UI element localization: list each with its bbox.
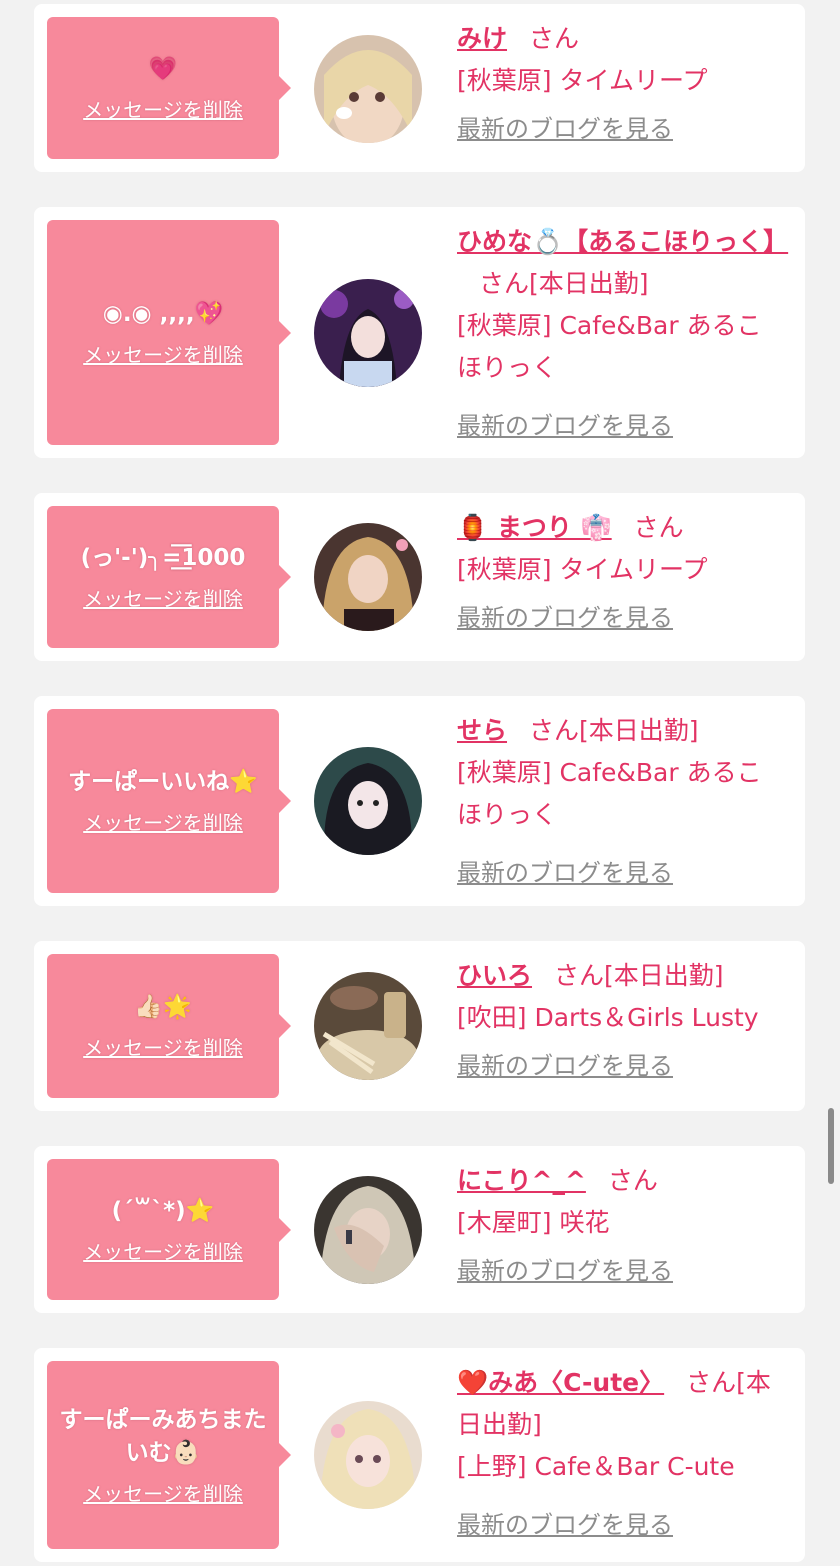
scrollbar[interactable] — [828, 1108, 834, 1184]
latest-blog-link[interactable]: 最新のブログを見る — [457, 852, 673, 894]
message-bubble: すーぱーいいね⭐️ メッセージを削除 — [47, 709, 291, 893]
honorific: さん — [529, 24, 580, 53]
shop-name: [秋葉原] タイムリープ — [457, 555, 708, 584]
message-text: すーぱーいいね⭐️ — [68, 769, 258, 795]
delete-message-link[interactable]: メッセージを削除 — [83, 807, 243, 836]
cast-name-link[interactable]: ひめな💍【あるこほりっく】 — [457, 227, 788, 256]
cast-name-link[interactable]: みけ — [457, 24, 507, 53]
work-status: [本日出勤] — [579, 716, 699, 745]
latest-blog-link[interactable]: 最新のブログを見る — [457, 597, 673, 639]
delete-message-link[interactable]: メッセージを削除 — [83, 1478, 243, 1507]
latest-blog-link[interactable]: 最新のブログを見る — [457, 1045, 673, 1087]
cast-info: みけ さん [秋葉原] タイムリープ 最新のブログを見る — [457, 18, 781, 150]
message-card: (っ'-')╮=͟͟͞͞1000 メッセージを削除 🏮 まつり 👘 さん [秋葉原… — [34, 493, 805, 661]
avatar[interactable] — [314, 523, 422, 631]
honorific: さん — [479, 269, 530, 298]
cast-name-link[interactable]: せら — [457, 716, 507, 745]
avatar[interactable] — [314, 279, 422, 387]
message-text: すーぱーみあちまたいむ👶🏻 — [59, 1406, 267, 1466]
message-bubble: すーぱーみあちまたいむ👶🏻 メッセージを削除 — [47, 1361, 291, 1549]
message-text: 💗 — [148, 56, 178, 82]
shop-name: [吹田] Darts＆Girls Lusty — [457, 1003, 759, 1032]
cast-name-link[interactable]: にこり^_^ — [457, 1166, 586, 1195]
message-text: (っ'-')╮=͟͟͞͞1000 — [80, 545, 246, 571]
delete-message-link[interactable]: メッセージを削除 — [83, 339, 243, 368]
honorific: さん — [686, 1368, 737, 1397]
work-status: [本日出勤] — [604, 961, 724, 990]
avatar[interactable] — [314, 1176, 422, 1284]
message-card: 👍🏻🌟 メッセージを削除 ひいろ さん[本日出勤] [吹田] Darts＆Girl… — [34, 941, 805, 1111]
message-bubble: (ˊ꒳ˋ*)⭐️ メッセージを削除 — [47, 1159, 291, 1300]
honorific: さん — [633, 513, 684, 542]
avatar[interactable] — [314, 35, 422, 143]
latest-blog-link[interactable]: 最新のブログを見る — [457, 405, 673, 447]
message-text: 👍🏻🌟 — [134, 994, 192, 1020]
message-text: ◉.◉ ,,,,💖 — [102, 300, 224, 327]
shop-name: [木屋町] 咲花 — [457, 1208, 610, 1237]
delete-message-link[interactable]: メッセージを削除 — [83, 94, 243, 123]
cast-info: ❤️みあ〈C-ute〉 さん[本日出勤] [上野] Cafe＆Bar C-ute … — [457, 1362, 781, 1546]
cast-info: ひめな💍【あるこほりっく】さん[本日出勤] [秋葉原] Cafe&Bar あるこ… — [457, 221, 788, 447]
message-text: (ˊ꒳ˋ*)⭐️ — [111, 1197, 215, 1224]
delete-message-link[interactable]: メッセージを削除 — [83, 1032, 243, 1061]
message-card: すーぱーみあちまたいむ👶🏻 メッセージを削除 ❤️みあ〈C-ute〉 さん[本日出… — [34, 1348, 805, 1562]
delete-message-link[interactable]: メッセージを削除 — [83, 1236, 243, 1265]
cast-name-link[interactable]: ひいろ — [457, 961, 532, 990]
cast-name-link[interactable]: 🏮 まつり 👘 — [457, 513, 612, 542]
cast-name-link[interactable]: ❤️みあ〈C-ute〉 — [457, 1368, 664, 1397]
cast-info: にこり^_^ さん [木屋町] 咲花 最新のブログを見る — [457, 1160, 781, 1292]
avatar[interactable] — [314, 747, 422, 855]
message-bubble: 💗 メッセージを削除 — [47, 17, 291, 159]
shop-name: [秋葉原] タイムリープ — [457, 66, 708, 95]
message-bubble: 👍🏻🌟 メッセージを削除 — [47, 954, 291, 1098]
honorific: さん — [529, 716, 580, 745]
latest-blog-link[interactable]: 最新のブログを見る — [457, 1504, 673, 1546]
message-card: ◉.◉ ,,,,💖 メッセージを削除 ひめな💍【あるこほりっく】さん[本日出勤]… — [34, 207, 805, 458]
shop-name: [秋葉原] Cafe&Bar あるこほりっく — [457, 758, 762, 829]
cast-info: せら さん[本日出勤] [秋葉原] Cafe&Bar あるこほりっく 最新のブログ… — [457, 710, 781, 894]
message-card: 💗 メッセージを削除 みけ さん [秋葉原] タイムリープ 最新のブログを見る — [34, 4, 805, 172]
avatar[interactable] — [314, 972, 422, 1080]
delete-message-link[interactable]: メッセージを削除 — [83, 583, 243, 612]
cast-info: ひいろ さん[本日出勤] [吹田] Darts＆Girls Lusty 最新のブロ… — [457, 955, 781, 1087]
honorific: さん — [554, 961, 605, 990]
honorific: さん — [607, 1166, 658, 1195]
shop-name: [上野] Cafe＆Bar C-ute — [457, 1452, 735, 1481]
shop-name: [秋葉原] Cafe&Bar あるこほりっく — [457, 311, 762, 382]
latest-blog-link[interactable]: 最新のブログを見る — [457, 108, 673, 150]
avatar[interactable] — [314, 1401, 422, 1509]
message-bubble: (っ'-')╮=͟͟͞͞1000 メッセージを削除 — [47, 506, 291, 648]
message-card: (ˊ꒳ˋ*)⭐️ メッセージを削除 にこり^_^ さん [木屋町] 咲花 最新のブ… — [34, 1146, 805, 1313]
work-status: [本日出勤] — [529, 269, 649, 298]
cast-info: 🏮 まつり 👘 さん [秋葉原] タイムリープ 最新のブログを見る — [457, 507, 781, 639]
latest-blog-link[interactable]: 最新のブログを見る — [457, 1250, 673, 1292]
message-bubble: ◉.◉ ,,,,💖 メッセージを削除 — [47, 220, 291, 445]
message-card: すーぱーいいね⭐️ メッセージを削除 せら さん[本日出勤] [秋葉原] Cafe… — [34, 696, 805, 906]
